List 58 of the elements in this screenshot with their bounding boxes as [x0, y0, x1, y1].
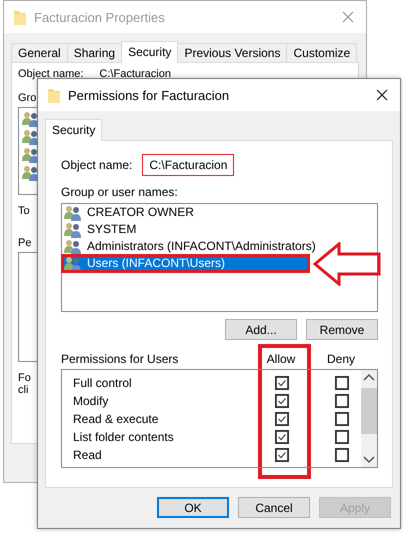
users-icon [64, 238, 82, 254]
users-icon [64, 256, 82, 272]
user-row[interactable]: SYSTEM [62, 221, 377, 238]
object-name-label: Object name: [18, 68, 84, 80]
label: Gro [18, 92, 36, 104]
folder-icon [14, 9, 26, 25]
tab[interactable]: Customize [286, 43, 358, 62]
scroll-up-button[interactable] [361, 370, 377, 386]
checkbox[interactable] [275, 412, 289, 426]
label: Pe [18, 237, 32, 249]
checkbox[interactable] [335, 376, 349, 390]
checkbox[interactable] [275, 376, 289, 390]
folder-icon [48, 87, 60, 103]
user-name: CREATOR OWNER [86, 204, 195, 221]
group-label: Group or user names: [61, 185, 179, 199]
checkbox[interactable] [335, 430, 349, 444]
permissions-label: Permissions for Users [61, 352, 180, 366]
user-name: Users (INFACONT\Users) [86, 255, 226, 272]
button[interactable]: OK [157, 497, 229, 518]
label: To [18, 205, 30, 217]
label: cli [18, 384, 28, 396]
users-icon [64, 222, 82, 238]
tab[interactable]: Sharing [66, 43, 122, 62]
permission-name: Read [72, 448, 103, 462]
tab[interactable]: Security [45, 119, 102, 141]
permission-name: Modify [72, 394, 110, 408]
permission-name: Read & execute [72, 412, 160, 426]
arrow-annotation [313, 242, 381, 286]
object-name-value: C:\Facturacion [142, 154, 234, 176]
object-name-label: Object name: [61, 158, 132, 172]
scroll-down-button[interactable] [361, 451, 377, 467]
user-name: Administrators (INFACONT\Administrators) [86, 238, 317, 255]
checkbox[interactable] [275, 448, 289, 462]
tab[interactable]: Security [121, 41, 178, 63]
object-name-value: C:\Facturacion [98, 67, 172, 82]
permission-name: Full control [72, 376, 133, 390]
users-icon [64, 204, 82, 220]
column-header: Allow [266, 352, 296, 366]
permission-name: List folder contents [72, 430, 175, 444]
window-title: Permissions for Facturacion [68, 88, 230, 102]
button[interactable]: Cancel [238, 497, 310, 518]
window-title: Facturacion Properties [34, 10, 166, 24]
tab[interactable]: General [11, 43, 68, 62]
button[interactable]: Add... [225, 319, 297, 340]
label: Fo [18, 372, 31, 384]
button[interactable]: Remove [306, 319, 378, 340]
user-row[interactable]: Administrators (INFACONT\Administrators) [62, 238, 377, 255]
scrollbar[interactable] [361, 386, 377, 451]
close-icon[interactable] [376, 89, 388, 101]
user-name: SYSTEM [86, 221, 138, 238]
user-row[interactable]: Users (INFACONT\Users) [62, 255, 309, 272]
checkbox[interactable] [275, 394, 289, 408]
checkbox[interactable] [275, 430, 289, 444]
checkbox[interactable] [335, 394, 349, 408]
user-row[interactable]: CREATOR OWNER [62, 204, 377, 221]
checkbox[interactable] [335, 412, 349, 426]
checkbox[interactable] [335, 448, 349, 462]
column-header: Deny [326, 352, 356, 366]
